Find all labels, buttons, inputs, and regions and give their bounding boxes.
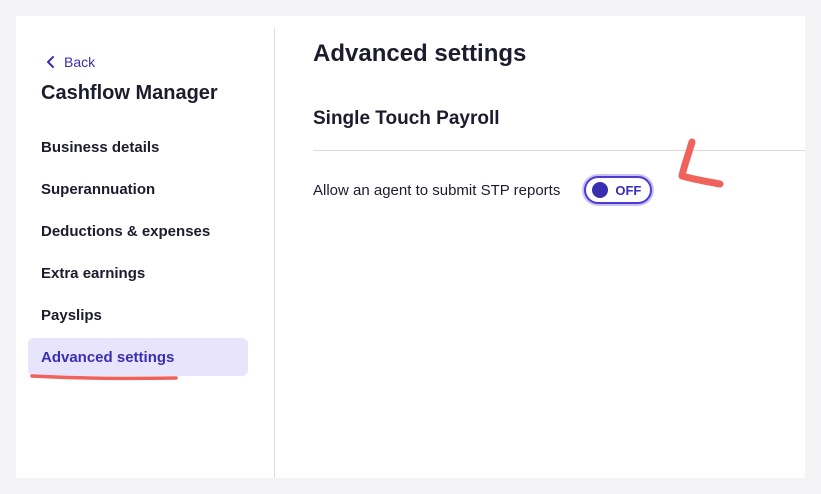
section-title: Single Touch Payroll — [313, 108, 500, 129]
sidebar-item-business-details[interactable]: Business details — [28, 128, 248, 166]
sidebar-item-payslips[interactable]: Payslips — [28, 296, 248, 334]
back-link[interactable]: Back — [44, 54, 95, 70]
chevron-left-icon — [44, 55, 58, 69]
setting-row-stp-agent: Allow an agent to submit STP reports OFF — [313, 176, 653, 204]
sidebar-item-extra-earnings[interactable]: Extra earnings — [28, 254, 248, 292]
sidebar-item-advanced-settings[interactable]: Advanced settings — [28, 338, 248, 376]
setting-label: Allow an agent to submit STP reports — [313, 181, 561, 199]
toggle-knob — [592, 182, 609, 198]
sidebar: Back Cashflow Manager Business details S… — [16, 16, 275, 478]
back-label: Back — [64, 54, 96, 70]
app-frame: Back Cashflow Manager Business details S… — [16, 16, 805, 478]
main-content: Advanced settings Single Touch Payroll A… — [275, 16, 805, 478]
sidebar-nav: Business details Superannuation Deductio… — [28, 128, 248, 380]
sidebar-item-superannuation[interactable]: Superannuation — [28, 170, 248, 208]
annotation-underline — [30, 374, 178, 381]
stp-agent-toggle[interactable]: OFF — [584, 176, 653, 204]
toggle-state-label: OFF — [615, 182, 642, 198]
annotation-check-mark — [678, 138, 724, 188]
sidebar-item-deductions-expenses[interactable]: Deductions & expenses — [28, 212, 248, 250]
page-title: Advanced settings — [313, 40, 527, 67]
app-title: Cashflow Manager — [41, 82, 218, 104]
